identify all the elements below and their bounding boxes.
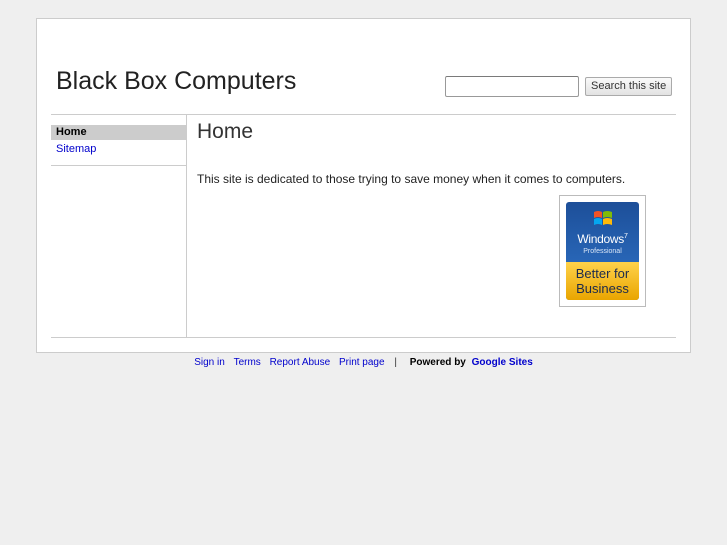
badge-brand-name: Windows bbox=[577, 232, 624, 246]
search-input[interactable] bbox=[445, 76, 579, 97]
site-title[interactable]: Black Box Computers bbox=[56, 67, 296, 96]
sidebar-item-sitemap[interactable]: Sitemap bbox=[51, 142, 186, 157]
footer: Sign in Terms Report Abuse Print page | … bbox=[0, 357, 727, 368]
sidebar: Home Sitemap bbox=[51, 115, 187, 337]
page-content-text: This site is dedicated to those trying t… bbox=[197, 172, 626, 186]
sidebar-nav: Home Sitemap bbox=[51, 125, 186, 157]
footer-separator: | bbox=[394, 357, 397, 368]
badge-brand: Windows7 bbox=[566, 232, 639, 246]
badge-tagline-line1: Better for bbox=[575, 266, 630, 281]
search-button[interactable]: Search this site bbox=[585, 77, 673, 96]
windows7-badge: Windows7 Professional Better for Busines… bbox=[566, 202, 639, 300]
sidebar-divider bbox=[51, 165, 186, 166]
site-container: Black Box Computers Search this site Hom… bbox=[36, 18, 691, 353]
print-page-link[interactable]: Print page bbox=[339, 357, 385, 368]
sign-in-link[interactable]: Sign in bbox=[194, 357, 225, 368]
sidebar-item-home[interactable]: Home bbox=[51, 125, 186, 140]
windows-logo-icon bbox=[594, 211, 612, 225]
content-bottom-divider bbox=[51, 337, 676, 338]
badge-version: 7 bbox=[624, 233, 628, 240]
badge-tagline-line2: Business bbox=[576, 281, 629, 296]
badge-edition: Professional bbox=[583, 248, 622, 255]
report-abuse-link[interactable]: Report Abuse bbox=[270, 357, 331, 368]
windows7-badge-frame: Windows7 Professional Better for Busines… bbox=[559, 195, 646, 307]
terms-link[interactable]: Terms bbox=[234, 357, 261, 368]
badge-tagline: Better for Business bbox=[566, 262, 639, 300]
page-title: Home bbox=[197, 120, 254, 143]
google-sites-link[interactable]: Google Sites bbox=[472, 357, 533, 368]
powered-by-label: Powered by bbox=[409, 357, 466, 368]
